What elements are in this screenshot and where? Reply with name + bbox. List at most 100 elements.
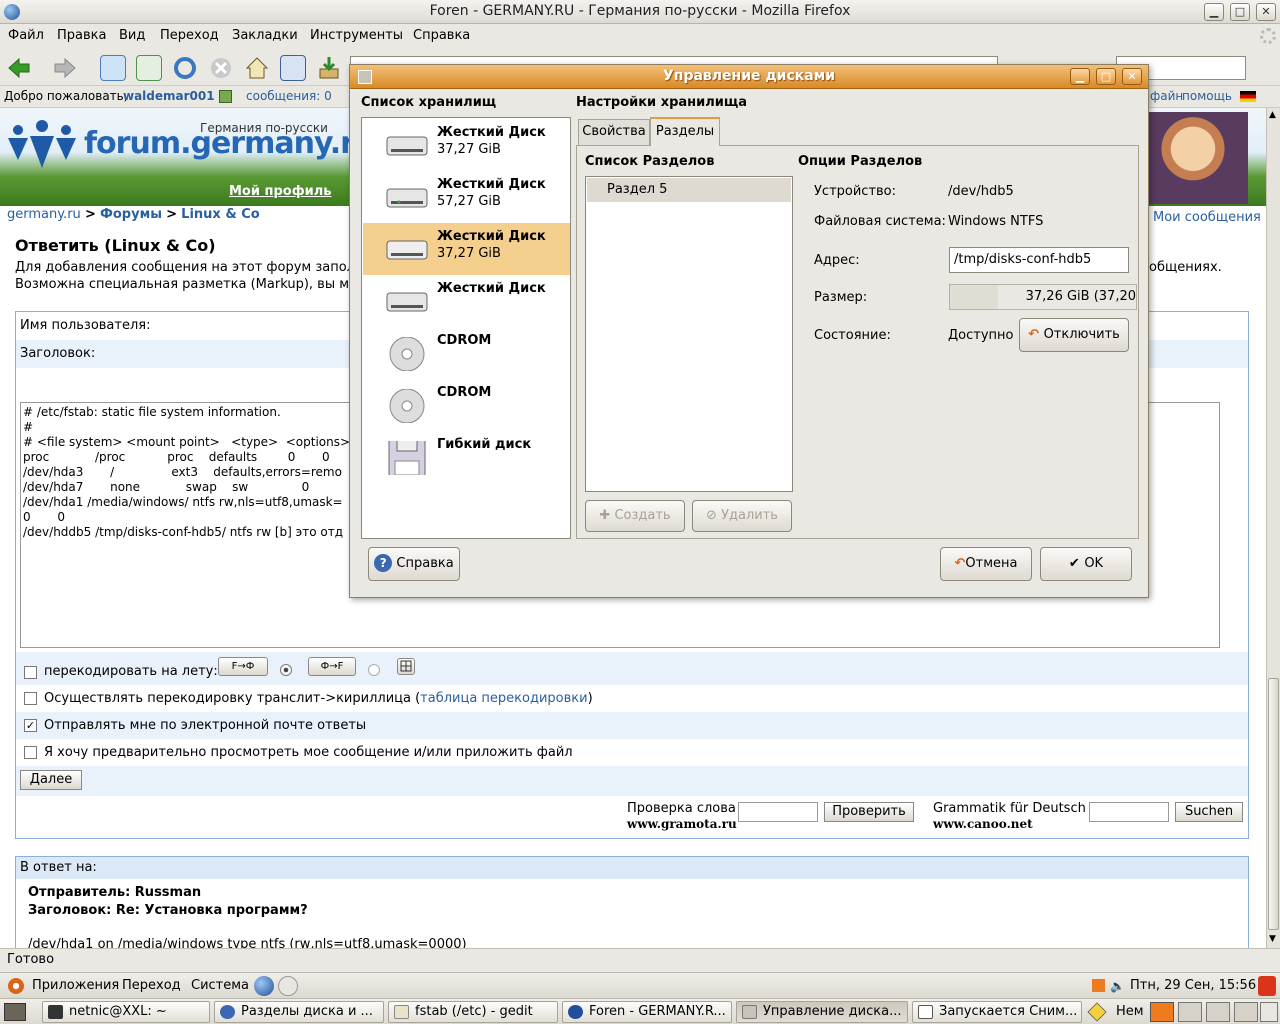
stop-icon[interactable] (208, 55, 234, 81)
username-link[interactable]: waldemar001 (123, 89, 215, 103)
task-terminal[interactable]: netnic@XXL: ~ (42, 1001, 210, 1023)
menu-bookmarks[interactable]: Закладки (232, 28, 298, 43)
intro-line-1-end: общениях. (1149, 260, 1222, 275)
email-checkbox[interactable]: ✓ (24, 719, 37, 732)
spell-check-button[interactable]: Проверить (824, 802, 914, 822)
next-button[interactable]: Далее (20, 770, 82, 790)
reply-to-header: В ответ на: (16, 857, 1248, 879)
my-messages-link[interactable]: Мои сообщения (1153, 210, 1261, 225)
page-scrollbar[interactable]: ▲ ▼ (1266, 108, 1280, 948)
menu-tools[interactable]: Инструменты (310, 28, 403, 43)
scrollbar-thumb[interactable] (1268, 678, 1279, 930)
tab-properties[interactable]: Свойства (578, 119, 650, 145)
translit-checkbox[interactable] (24, 692, 37, 705)
partition-list-title: Список Разделов (585, 154, 715, 169)
reload-icon[interactable] (172, 55, 198, 81)
dialog-minimize-button[interactable]: ▁ (1070, 68, 1090, 85)
device-item[interactable]: CDROM (363, 327, 570, 379)
device-item[interactable]: Гибкий диск (363, 431, 570, 483)
welcome-text: Добро пожаловать, (4, 89, 128, 103)
task-screenshot[interactable]: Запускается Сним... (912, 1001, 1082, 1023)
recode-radio-1[interactable] (280, 664, 292, 676)
task-partitions[interactable]: Разделы диска и ... (214, 1001, 384, 1023)
task-firefox[interactable]: Foren - GERMANY.R... (562, 1001, 732, 1023)
page-title: Ответить (Linux & Co) (15, 236, 216, 255)
my-profile-link[interactable]: Мой профиль (229, 184, 331, 199)
menu-edit[interactable]: Правка (57, 28, 106, 43)
help-icon: ? (374, 554, 393, 572)
menu-go[interactable]: Переход (160, 28, 219, 43)
trash-icon[interactable] (1260, 1002, 1278, 1022)
keyboard-layout[interactable]: Нем (1116, 1004, 1144, 1019)
help-button[interactable]: ? Справка (368, 547, 460, 581)
cdrom-icon (389, 389, 425, 423)
recode-cyr-to-f-button[interactable]: Ф→F (308, 657, 356, 676)
task-gedit[interactable]: fstab (/etc) - gedit (388, 1001, 558, 1023)
places-menu[interactable]: Переход (122, 978, 181, 993)
system-menu[interactable]: Система (191, 978, 249, 993)
address-input[interactable]: /tmp/disks-conf-hdb5 (949, 247, 1129, 273)
menu-view[interactable]: Вид (119, 28, 145, 43)
close-button[interactable]: ✕ (1256, 3, 1276, 21)
minimize-button[interactable]: ▁ (1204, 3, 1224, 21)
tab-partitions[interactable]: Разделы (650, 117, 720, 146)
download-icon[interactable] (316, 55, 342, 81)
mail-launcher-icon[interactable] (278, 976, 298, 996)
breadcrumb-home[interactable]: germany.ru (7, 207, 81, 222)
help-link[interactable]: помощь (1182, 89, 1232, 103)
dialog-maximize-button[interactable]: □ (1096, 68, 1116, 85)
spell-check-input[interactable] (738, 802, 818, 822)
cancel-button[interactable]: ↶Отмена (940, 547, 1032, 581)
recode-radio-2[interactable] (368, 664, 380, 676)
device-name: Жесткий Диск (437, 177, 546, 192)
volume-icon[interactable]: 🔈 (1110, 979, 1125, 993)
preview-checkbox[interactable] (24, 746, 37, 759)
file-link[interactable]: файн (1150, 89, 1183, 103)
update-notifier-icon[interactable] (1092, 979, 1105, 992)
forward-icon[interactable] (52, 55, 78, 81)
notification-icon[interactable] (1087, 1002, 1107, 1022)
ok-button[interactable]: ✔ OK (1040, 547, 1132, 581)
grammatik-search-button[interactable]: Suchen (1175, 802, 1243, 822)
device-item[interactable]: Жесткий Диск (363, 275, 570, 327)
messages-link[interactable]: сообщения: 0 (246, 89, 332, 103)
keyboard-table-icon[interactable] (397, 658, 415, 675)
firefox-launcher-icon[interactable] (254, 976, 274, 996)
device-item[interactable]: CDROM (363, 379, 570, 431)
create-button[interactable]: ✚ Создать (585, 500, 685, 532)
applications-menu[interactable]: Приложения (32, 978, 119, 993)
new-window-icon[interactable] (100, 55, 126, 81)
menu-file[interactable]: Файл (8, 28, 44, 43)
recode-checkbox[interactable] (24, 666, 37, 679)
new-tab-icon[interactable] (136, 55, 162, 81)
device-item-selected[interactable]: Жесткий Диск 37,27 GiB (363, 223, 570, 275)
scroll-up-icon[interactable]: ▲ (1269, 110, 1276, 120)
logout-icon[interactable] (1258, 976, 1276, 996)
dialog-close-button[interactable]: ✕ (1122, 68, 1142, 85)
workspace-2[interactable] (1178, 1002, 1202, 1022)
storage-settings-title: Настройки хранилища (576, 95, 748, 110)
site-logo-text[interactable]: forum.germany.ru (84, 126, 375, 161)
recode-f-to-cyr-button[interactable]: F→Ф (218, 657, 268, 676)
maximize-button[interactable]: □ (1230, 3, 1250, 21)
scroll-down-icon[interactable]: ▼ (1269, 934, 1276, 944)
workspace-4[interactable] (1234, 1002, 1258, 1022)
back-icon[interactable] (6, 55, 32, 81)
partition-item[interactable]: Раздел 5 (587, 178, 791, 202)
home-icon[interactable] (244, 55, 270, 81)
breadcrumb-forums[interactable]: Форумы (100, 207, 162, 222)
panel-clock[interactable]: Птн, 29 Сен, 15:56 (1130, 978, 1256, 993)
menu-help[interactable]: Справка (413, 28, 470, 43)
grammatik-input[interactable] (1089, 802, 1169, 822)
translit-table-link[interactable]: таблица перекодировки (420, 691, 587, 706)
unmount-button[interactable]: ↶ Отключить (1019, 318, 1129, 352)
breadcrumb-linux[interactable]: Linux & Co (181, 207, 260, 222)
delete-button[interactable]: ⊘ Удалить (692, 500, 792, 532)
workspace-3[interactable] (1206, 1002, 1230, 1022)
show-desktop-icon[interactable] (4, 1003, 26, 1021)
bookmarks-icon[interactable] (280, 55, 306, 81)
task-disk-manager[interactable]: Управление диска... (736, 1001, 908, 1023)
device-item[interactable]: Жесткий Диск 57,27 GiB (363, 171, 570, 223)
device-item[interactable]: Жесткий Диск 37,27 GiB (363, 119, 570, 171)
workspace-1[interactable] (1150, 1002, 1174, 1022)
